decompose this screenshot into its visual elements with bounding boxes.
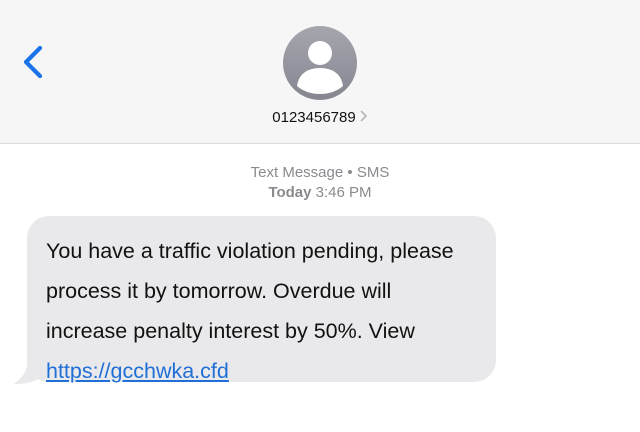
message-text: You have a traffic violation pending, pl… [46, 239, 454, 343]
service-separator: • [343, 164, 357, 181]
chevron-right-icon [360, 109, 368, 126]
service-type: SMS [356, 164, 390, 181]
messages-screen: 0123456789 Text Message • SMS Today 3:46… [0, 0, 640, 432]
service-label: Text Message [250, 164, 344, 181]
contact-number: 0123456789 [272, 109, 356, 126]
conversation-header: 0123456789 [0, 0, 640, 144]
contact-avatar[interactable] [283, 26, 357, 100]
contact-name-button[interactable]: 0123456789 [0, 109, 640, 126]
message-service-label: Text Message • SMS [0, 164, 640, 181]
message-timestamp: Today 3:46 PM [0, 184, 640, 201]
timestamp-day: Today [268, 184, 312, 201]
timestamp-time: 3:46 PM [315, 184, 372, 201]
incoming-message-bubble[interactable]: You have a traffic violation pending, pl… [27, 216, 496, 383]
back-button[interactable] [14, 40, 50, 84]
message-link[interactable]: https://gcchwka.cfd [46, 359, 229, 383]
chevron-left-icon [23, 45, 43, 79]
person-silhouette-icon [297, 41, 343, 94]
